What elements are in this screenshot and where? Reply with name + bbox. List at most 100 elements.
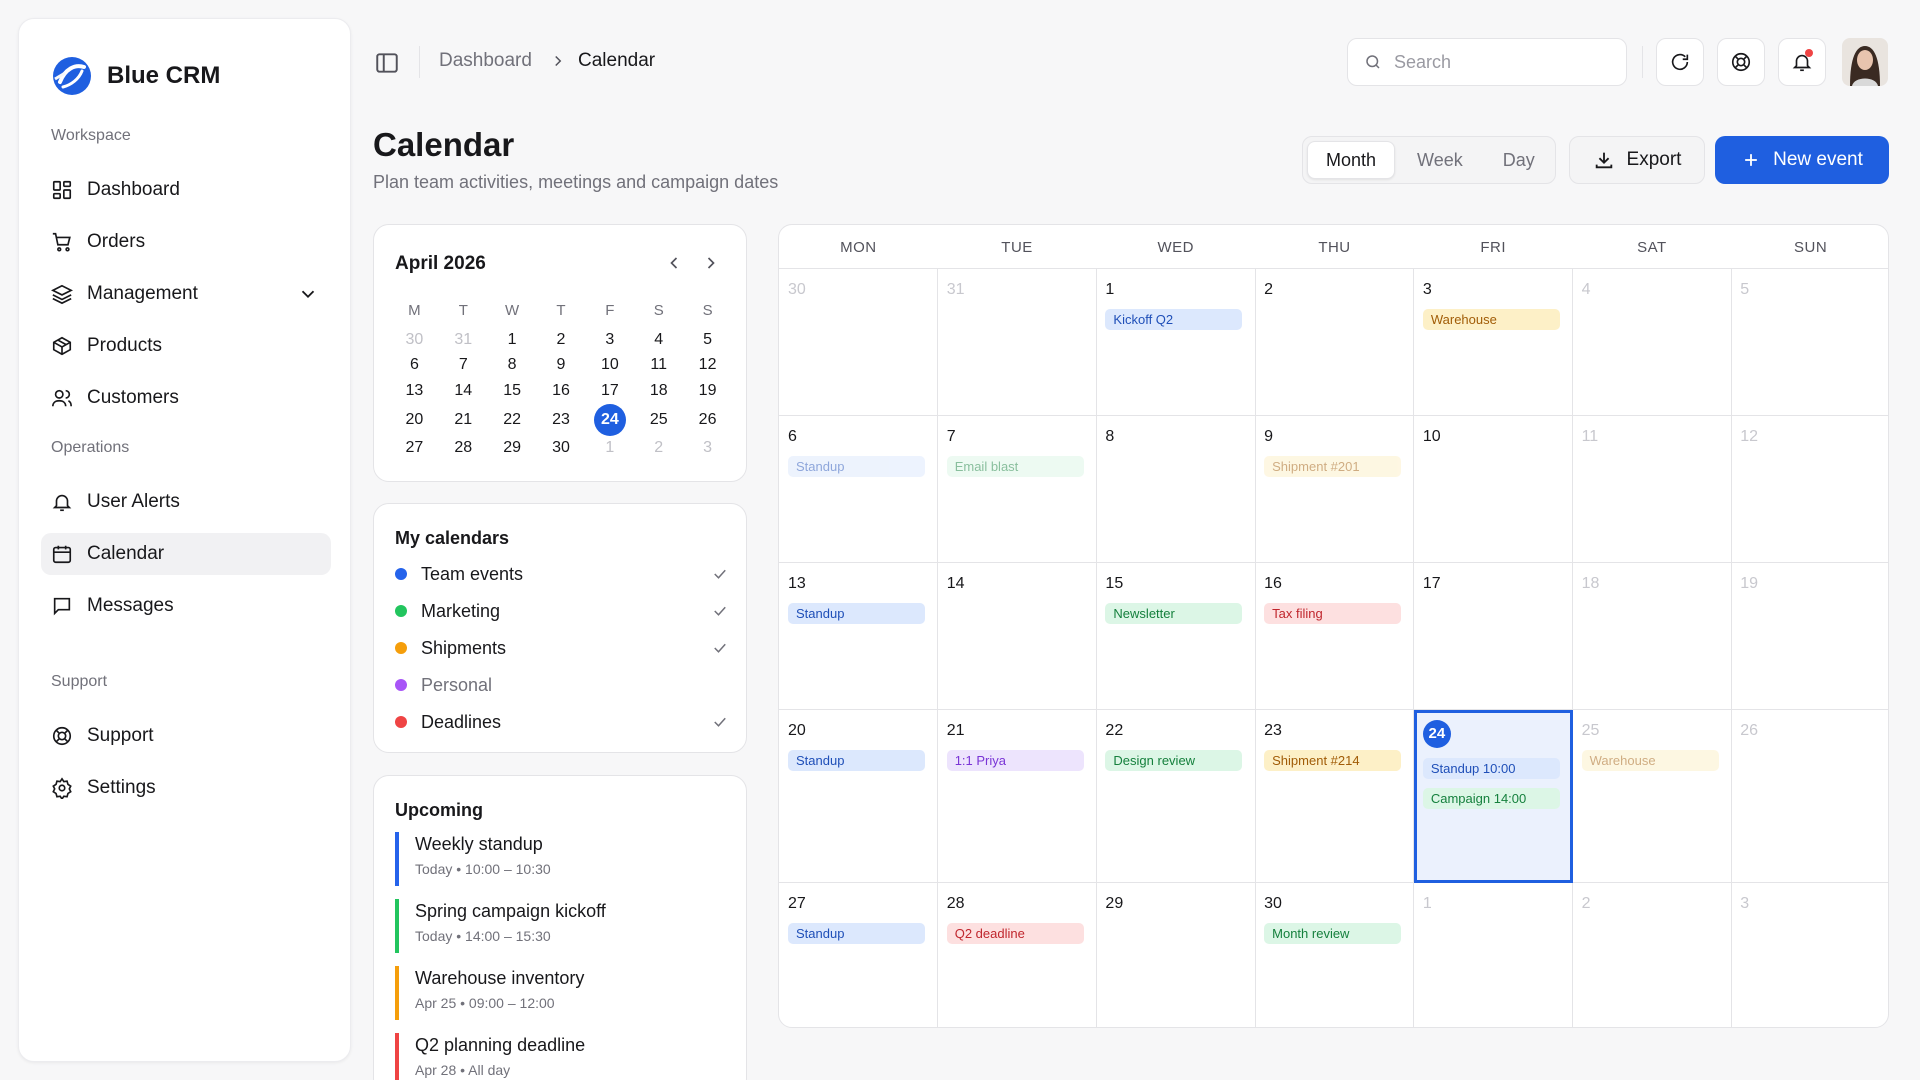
- day-cell[interactable]: 31: [937, 269, 1097, 416]
- export-button[interactable]: Export: [1569, 136, 1705, 184]
- mini-day[interactable]: 12: [683, 356, 732, 374]
- day-cell[interactable]: 18: [1572, 563, 1732, 710]
- day-cell[interactable]: 7 Email blast: [937, 416, 1097, 563]
- new-event-button[interactable]: New event: [1715, 136, 1889, 184]
- mini-day[interactable]: 23: [537, 411, 586, 429]
- view-day-button[interactable]: Day: [1485, 141, 1553, 179]
- mini-day[interactable]: 2: [537, 331, 586, 349]
- event-chip[interactable]: Warehouse: [1581, 750, 1719, 771]
- upcoming-item[interactable]: Weekly standup Today • 10:00 – 10:30: [395, 832, 725, 886]
- sidebar-item-support[interactable]: Support: [41, 715, 331, 757]
- event-chip[interactable]: Warehouse: [1422, 309, 1560, 330]
- sidebar-item-calendar[interactable]: Calendar: [41, 533, 331, 575]
- avatar[interactable]: [1842, 38, 1888, 86]
- mini-day[interactable]: 9: [537, 356, 586, 374]
- mini-day[interactable]: 28: [439, 439, 488, 457]
- chevron-right-icon[interactable]: [701, 253, 721, 273]
- breadcrumb-parent[interactable]: Dashboard: [439, 50, 532, 72]
- day-cell[interactable]: 4: [1572, 269, 1732, 416]
- mini-day[interactable]: 16: [537, 382, 586, 400]
- event-chip[interactable]: Q2 deadline: [946, 923, 1084, 944]
- mini-day[interactable]: 11: [634, 356, 683, 374]
- sidebar-item-customers[interactable]: Customers: [41, 377, 331, 419]
- mini-day[interactable]: 20: [390, 411, 439, 429]
- day-cell[interactable]: 3 Warehouse: [1413, 269, 1574, 416]
- mini-day[interactable]: 19: [683, 382, 732, 400]
- day-cell[interactable]: 30: [779, 269, 939, 416]
- day-cell[interactable]: 1: [1414, 883, 1574, 1027]
- mini-day[interactable]: 5: [683, 331, 732, 349]
- search-box[interactable]: [1347, 38, 1627, 86]
- event-chip[interactable]: Email blast: [946, 456, 1084, 477]
- mini-day[interactable]: 3: [683, 439, 732, 457]
- calendar-toggle-team[interactable]: Team events: [395, 559, 729, 589]
- event-chip[interactable]: Shipment #201: [1264, 456, 1402, 477]
- event-chip[interactable]: 1:1 Priya: [946, 750, 1084, 771]
- calendar-toggle-deadlines[interactable]: Deadlines: [395, 707, 729, 737]
- refresh-button[interactable]: [1656, 38, 1704, 86]
- day-cell[interactable]: 17: [1413, 563, 1574, 710]
- mini-day[interactable]: 2: [634, 439, 683, 457]
- day-cell[interactable]: 27 Standup: [779, 883, 939, 1027]
- mini-day[interactable]: 3: [585, 331, 634, 349]
- day-cell[interactable]: 14: [937, 563, 1097, 710]
- mini-day[interactable]: 24: [585, 403, 634, 436]
- mini-day[interactable]: 7: [439, 356, 488, 374]
- mini-day[interactable]: 18: [634, 382, 683, 400]
- day-cell[interactable]: 26: [1731, 710, 1888, 883]
- day-cell[interactable]: 30 Month review: [1255, 883, 1415, 1027]
- day-cell[interactable]: 16 Tax filing: [1255, 563, 1415, 710]
- mini-day[interactable]: 13: [390, 382, 439, 400]
- view-week-button[interactable]: Week: [1399, 141, 1481, 179]
- search-input[interactable]: [1394, 51, 1594, 73]
- day-cell[interactable]: 28 Q2 deadline: [938, 883, 1097, 1027]
- calendar-toggle-marketing[interactable]: Marketing: [395, 596, 729, 626]
- mini-day[interactable]: 14: [439, 382, 488, 400]
- mini-day[interactable]: 15: [488, 382, 537, 400]
- day-cell[interactable]: 11: [1572, 416, 1732, 563]
- day-cell[interactable]: 5: [1731, 269, 1888, 416]
- mini-day[interactable]: 30: [537, 439, 586, 457]
- mini-day[interactable]: 1: [488, 331, 537, 349]
- mini-day[interactable]: 1: [585, 439, 634, 457]
- sidebar-item-dashboard[interactable]: Dashboard: [41, 169, 331, 211]
- upcoming-item[interactable]: Spring campaign kickoff Today • 14:00 – …: [395, 899, 725, 953]
- event-chip[interactable]: Standup: [788, 603, 925, 624]
- event-chip[interactable]: Tax filing: [1264, 603, 1402, 624]
- day-cell[interactable]: 25 Warehouse: [1572, 710, 1732, 883]
- mini-day[interactable]: 8: [488, 356, 537, 374]
- chevron-left-icon[interactable]: [664, 253, 684, 273]
- day-cell-today[interactable]: 24 Standup 10:00 Campaign 14:00: [1413, 710, 1574, 883]
- mini-day[interactable]: 6: [390, 356, 439, 374]
- day-cell[interactable]: 13 Standup: [779, 563, 939, 710]
- mini-day[interactable]: 17: [585, 382, 634, 400]
- day-cell[interactable]: 29: [1096, 883, 1256, 1027]
- day-cell[interactable]: 23 Shipment #214: [1255, 710, 1415, 883]
- day-cell[interactable]: 1 Kickoff Q2: [1096, 269, 1256, 416]
- calendar-toggle-personal[interactable]: Personal: [395, 670, 729, 700]
- mini-day[interactable]: 30: [390, 331, 439, 349]
- sidebar-item-settings[interactable]: Settings: [41, 767, 331, 809]
- day-cell[interactable]: 19: [1731, 563, 1888, 710]
- day-cell[interactable]: 3: [1731, 883, 1888, 1027]
- sidebar-item-messages[interactable]: Messages: [41, 585, 331, 627]
- day-cell[interactable]: 15 Newsletter: [1096, 563, 1256, 710]
- mini-day[interactable]: 27: [390, 439, 439, 457]
- notifications-button[interactable]: [1778, 38, 1826, 86]
- upcoming-item[interactable]: Q2 planning deadline Apr 28 • All day: [395, 1033, 725, 1080]
- day-cell[interactable]: 10: [1413, 416, 1574, 563]
- event-chip[interactable]: Campaign 14:00: [1422, 788, 1560, 809]
- event-chip[interactable]: Newsletter: [1105, 603, 1243, 624]
- sidebar-item-orders[interactable]: Orders: [41, 221, 331, 263]
- day-cell[interactable]: 8: [1096, 416, 1256, 563]
- event-chip[interactable]: Standup: [788, 923, 925, 944]
- day-cell[interactable]: 22 Design review: [1096, 710, 1256, 883]
- mini-day[interactable]: 26: [683, 411, 732, 429]
- mini-day[interactable]: 21: [439, 411, 488, 429]
- event-chip[interactable]: Month review: [1264, 923, 1402, 944]
- sidebar-item-management[interactable]: Management: [41, 273, 331, 315]
- event-chip[interactable]: Kickoff Q2: [1105, 309, 1243, 330]
- event-chip[interactable]: Standup: [788, 750, 925, 771]
- day-cell[interactable]: 6 Standup: [779, 416, 939, 563]
- sidebar-toggle-icon[interactable]: [374, 50, 400, 76]
